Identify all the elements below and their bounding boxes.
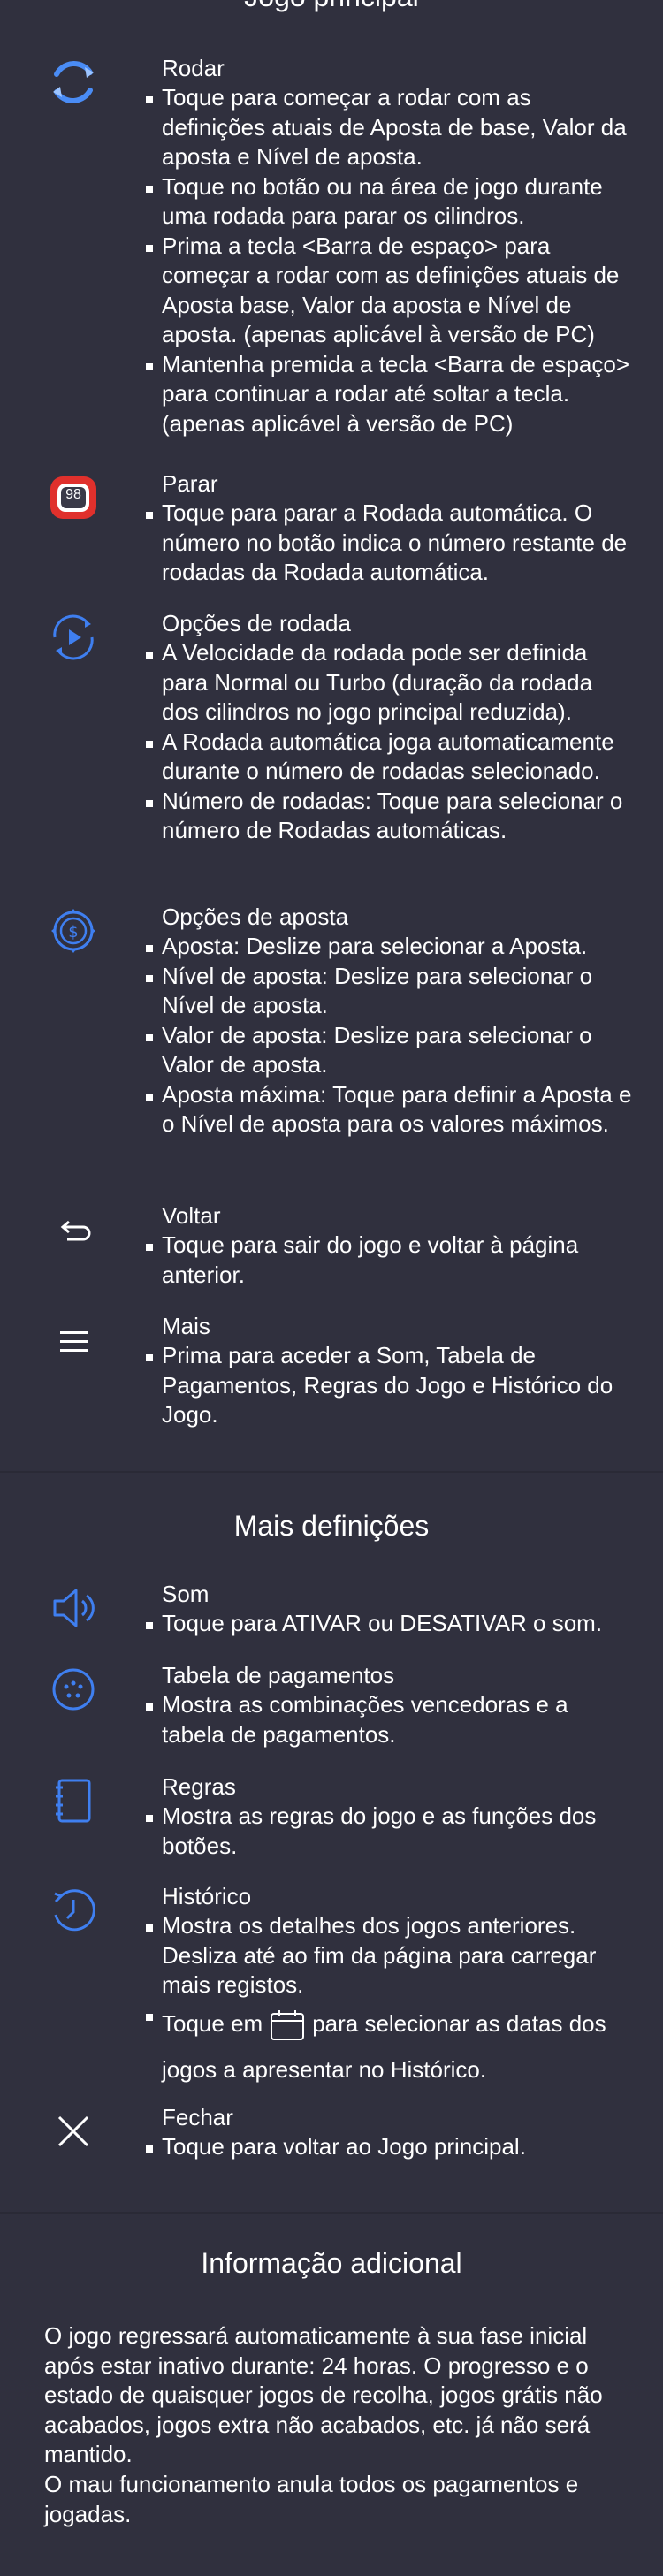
menu-icon (44, 1311, 103, 1369)
main-game-section: Jogo principal Rodar Toque para começar … (0, 0, 663, 1471)
bet-options-description-list: Aposta: Deslize para selecionar a Aposta… (146, 932, 635, 1139)
list-item: Mostra as combinações vencedoras e a tab… (146, 1690, 635, 1749)
sound-description-list: Toque para ATIVAR ou DESATIVAR o som. (146, 1609, 635, 1639)
list-item: Mantenha premida a tecla <Barra de espaç… (146, 350, 635, 439)
list-item: Prima para aceder a Som, Tabela de Pagam… (146, 1341, 635, 1430)
section-title-additional-info: Informação adicional (201, 2247, 462, 2279)
list-item: Aposta máxima: Toque para definir a Apos… (146, 1080, 635, 1139)
info-paragraph: O jogo regressará automaticamente à sua … (44, 2322, 603, 2467)
spin-description-list: Toque para começar a rodar com as defini… (146, 83, 635, 439)
back-arrow-icon (44, 1200, 103, 1259)
stop-autospin-icon: 98 (44, 469, 103, 527)
list-item: Aposta: Deslize para selecionar a Aposta… (146, 932, 635, 962)
rules-description-list: Mostra as regras do jogo e as funções do… (146, 1802, 635, 1861)
autospin-count-badge: 98 (65, 487, 81, 502)
spin-icon (44, 53, 103, 111)
back-label: Voltar (162, 1202, 221, 1229)
sound-label: Som (162, 1581, 210, 1607)
list-item: A Velocidade da rodada pode ser definida… (146, 638, 635, 728)
paytable-description-list: Mostra as combinações vencedoras e a tab… (146, 1690, 635, 1749)
sound-icon (44, 1579, 103, 1637)
list-item: Toque para sair do jogo e voltar à págin… (146, 1231, 635, 1290)
list-item: Toque para começar a rodar com as defini… (146, 83, 635, 172)
spin-label: Rodar (162, 55, 225, 81)
list-item: Número de rodadas: Toque para selecionar… (146, 787, 635, 846)
spin-options-icon (44, 608, 103, 667)
close-description-list: Toque para voltar ao Jogo principal. (146, 2132, 635, 2162)
svg-text:$: $ (68, 923, 78, 941)
list-item: Toque no botão ou na área de jogo durant… (146, 172, 635, 232)
history-label: Histórico (162, 1883, 252, 1909)
close-label: Fechar (162, 2104, 233, 2130)
bet-options-label: Opções de aposta (162, 903, 349, 930)
stop-label: Parar (162, 470, 218, 497)
paytable-label: Tabela de pagamentos (162, 1662, 395, 1688)
page-title: Jogo principal (0, 0, 663, 13)
list-item: Toque para parar a Rodada automática. O … (146, 499, 635, 588)
list-item: Toque para voltar ao Jogo principal. (146, 2132, 635, 2162)
calendar-hint-before: Toque em (162, 2009, 263, 2037)
more-settings-section: Mais definições Som Toque para ATIVAR ou… (0, 1471, 663, 2212)
more-label: Mais (162, 1313, 210, 1339)
stop-description-list: Toque para parar a Rodada automática. O … (146, 499, 635, 588)
rules-label: Regras (162, 1773, 236, 1800)
list-item: Prima a tecla <Barra de espaço> para com… (146, 232, 635, 350)
section-title-more-settings: Mais definições (233, 1510, 430, 1542)
spin-options-label: Opções de rodada (162, 610, 351, 636)
list-item: Toque para ATIVAR ou DESATIVAR o som. (146, 1609, 635, 1639)
list-item: Toque em para selecionar as datas dos jog… (146, 2001, 635, 2092)
list-item: Mostra as regras do jogo e as funções do… (146, 1802, 635, 1861)
history-icon (44, 1881, 103, 1940)
info-paragraph: O mau funcionamento anula todos os pagam… (44, 2471, 579, 2527)
list-item: A Rodada automática joga automaticamente… (146, 728, 635, 787)
more-description-list: Prima para aceder a Som, Tabela de Pagam… (146, 1341, 635, 1430)
close-icon (44, 2102, 103, 2161)
history-description-list: Mostra os detalhes dos jogos anteriores.… (146, 1911, 635, 2092)
list-item: Valor de aposta: Deslize para selecionar… (146, 1021, 635, 1080)
paytable-icon (44, 1660, 103, 1719)
spin-options-description-list: A Velocidade da rodada pode ser definida… (146, 638, 635, 846)
calendar-icon (270, 2009, 305, 2041)
list-item: Nível de aposta: Deslize para selecionar… (146, 962, 635, 1021)
bet-options-icon: $ (44, 902, 103, 960)
rules-icon (44, 1772, 103, 1830)
back-description-list: Toque para sair do jogo e voltar à págin… (146, 1231, 635, 1290)
list-item: Mostra os detalhes dos jogos anteriores.… (146, 1911, 635, 2001)
additional-info-section: Informação adicional O jogo regressará a… (0, 2212, 663, 2576)
